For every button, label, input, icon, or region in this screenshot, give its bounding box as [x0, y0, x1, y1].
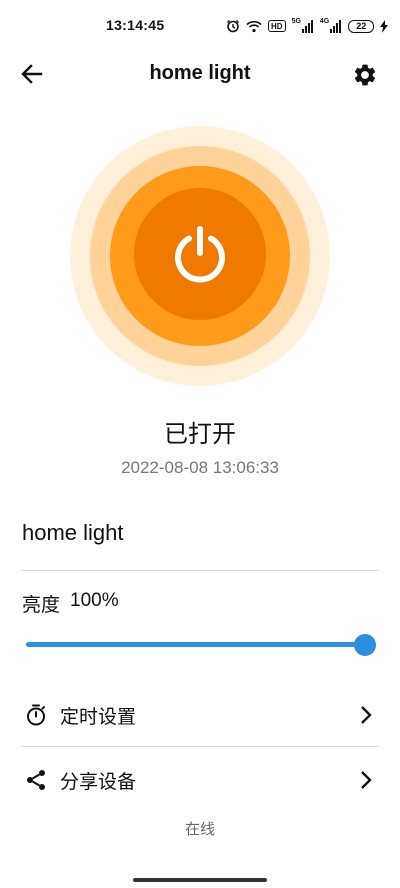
- signal-5g-icon: 5G: [292, 18, 314, 34]
- signal-5g-label: 5G: [291, 18, 301, 25]
- divider: [22, 570, 378, 571]
- row-share-device[interactable]: 分享设备: [22, 755, 378, 805]
- row-timer-settings[interactable]: 定时设置: [22, 690, 378, 740]
- status-time: 13:14:45: [106, 17, 165, 33]
- device-name: home light: [22, 520, 124, 545]
- timer-icon: [22, 701, 50, 729]
- settings-button[interactable]: [350, 60, 380, 90]
- slider-thumb[interactable]: [354, 634, 376, 656]
- power-button[interactable]: [134, 188, 266, 320]
- charging-icon: [380, 18, 389, 34]
- battery-icon: 22: [348, 19, 375, 33]
- brightness-title: 亮度: [22, 595, 61, 616]
- power-timestamp: 2022-08-08 13:06:33: [121, 458, 279, 477]
- brightness-value: 100%: [70, 590, 119, 611]
- signal-4g-label: 4G: [319, 18, 330, 25]
- brightness-slider[interactable]: [26, 634, 376, 656]
- power-ring: [70, 126, 330, 386]
- battery-level: 22: [356, 21, 367, 31]
- status-icons: HD 5G 4G 22: [226, 17, 389, 35]
- home-indicator[interactable]: [133, 878, 267, 882]
- page-title: home light: [149, 62, 251, 84]
- gear-icon: [354, 64, 376, 86]
- status-bar: 13:14:45 HD 5G 4G 22: [0, 0, 400, 50]
- chevron-right-icon: [354, 768, 378, 792]
- brightness-label: 亮度 100%: [22, 590, 119, 617]
- divider: [22, 746, 378, 747]
- online-status: 在线: [184, 821, 215, 838]
- power-state-text: 已打开: [164, 421, 236, 448]
- wifi-icon: [246, 18, 262, 34]
- slider-fill: [26, 642, 365, 647]
- screen: 13:14:45 HD 5G 4G 22 home light 已打开 2022…: [0, 0, 400, 888]
- row-share-label: 分享设备: [60, 771, 137, 793]
- alarm-icon: [226, 18, 240, 34]
- signal-4g-icon: 4G: [320, 18, 342, 34]
- hd-icon: HD: [268, 20, 286, 32]
- row-timer-label: 定时设置: [60, 706, 137, 728]
- header: home light: [0, 52, 400, 96]
- share-icon: [22, 766, 50, 794]
- power-icon: [175, 226, 225, 283]
- chevron-right-icon: [354, 703, 378, 727]
